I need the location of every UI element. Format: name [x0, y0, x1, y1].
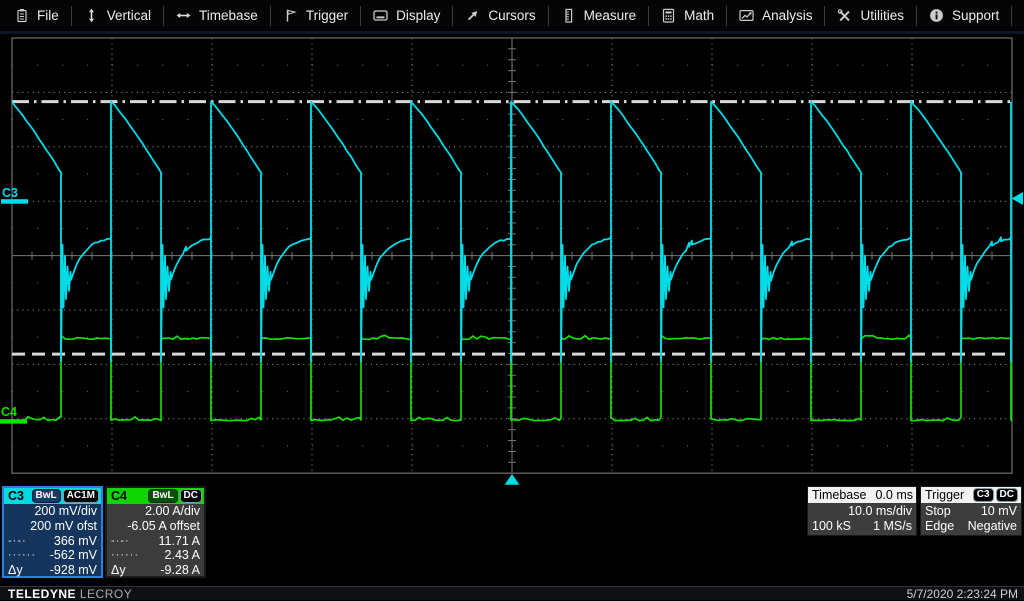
timebase-icon: [176, 8, 191, 23]
c3-zero-marker-label: C3: [2, 186, 18, 200]
c3-cursor1-row: -·-·366 mV: [4, 533, 101, 548]
trigger-descriptor[interactable]: Trigger C3 DC Stop10 mV EdgeNegative: [920, 486, 1022, 536]
timebase-header: Timebase0.0 ms: [808, 487, 916, 503]
c3-header: C3 BwL AC1M: [4, 488, 101, 504]
menu-item-label: Cursors: [488, 8, 535, 23]
menu-item-vertical[interactable]: Vertical: [72, 0, 163, 31]
c3-trace: [12, 102, 1011, 362]
file-icon: [14, 8, 29, 23]
c4-offset-row: -6.05 A offset: [107, 519, 204, 534]
c3-coupling-badge: AC1M: [63, 489, 99, 503]
cursors-icon: [465, 8, 480, 23]
trigger-level-marker: [1012, 192, 1024, 205]
channel-descriptor-c3[interactable]: C3 BwL AC1M 200 mV/div 200 mV ofst -·-·3…: [2, 486, 103, 578]
analysis-icon: [739, 8, 754, 23]
c4-delta-row: Δy-9.28 A: [107, 563, 204, 578]
display-icon: [373, 8, 388, 23]
c3-delta-row: Δy-928 mV: [4, 563, 101, 578]
status-bar: TELEDYNE LECROY 5/7/2020 2:23:24 PM: [0, 586, 1024, 600]
menu-item-utilities[interactable]: Utilities: [825, 0, 916, 31]
timebase-sampling-row: 100 kS1 MS/s: [808, 519, 916, 535]
menu-item-timebase[interactable]: Timebase: [164, 0, 270, 31]
oscilloscope-screen: { "menu": { "items": [ {"label":"File","…: [0, 0, 1024, 600]
c3-bandwidth-badge: BwL: [32, 489, 61, 503]
menu-item-label: Display: [396, 8, 440, 23]
c4-label: C4: [111, 489, 127, 503]
vertical-icon: [84, 8, 99, 23]
trigger-header: Trigger C3 DC: [921, 487, 1021, 503]
menu-item-analysis[interactable]: Analysis: [727, 0, 824, 31]
dotted-cursor-icon: ······: [111, 549, 139, 561]
trigger-mode-row: Stop10 mV: [921, 503, 1021, 519]
menu-item-support[interactable]: Support: [917, 0, 1011, 31]
c4-cursor1-row: -·-·11.71 A: [107, 533, 204, 548]
c4-header: C4 BwL DC: [107, 488, 204, 504]
support-icon: [929, 8, 944, 23]
menu-item-display[interactable]: Display: [361, 0, 452, 31]
trigger-type-row: EdgeNegative: [921, 519, 1021, 535]
menu-separator: [1011, 6, 1012, 26]
c4-zero-marker-label: C4: [1, 405, 17, 419]
menu-item-file[interactable]: File: [2, 0, 71, 31]
c3-cursor2-row: ······-562 mV: [4, 548, 101, 563]
c3-scale-row: 200 mV/div: [4, 504, 101, 519]
c4-bandwidth-badge: BwL: [148, 489, 177, 503]
menu-item-label: Support: [952, 8, 999, 23]
menu-item-label: Math: [684, 8, 714, 23]
c4-zero-marker: [0, 419, 27, 424]
menu-item-label: Vertical: [107, 8, 151, 23]
channel-descriptor-c4[interactable]: C4 BwL DC 2.00 A/div -6.05 A offset -·-·…: [105, 486, 206, 578]
c4-coupling-badge: DC: [180, 489, 202, 503]
math-icon: [661, 8, 676, 23]
measure-icon: [561, 8, 576, 23]
c3-offset-row: 200 mV ofst: [4, 519, 101, 534]
timebase-scale-row: 10.0 ms/div: [808, 503, 916, 519]
c3-label: C3: [8, 489, 24, 503]
menu-item-label: Trigger: [306, 8, 348, 23]
utilities-icon: [837, 8, 852, 23]
trigger-coupling-badge: DC: [996, 488, 1018, 502]
menu-item-label: Measure: [584, 8, 637, 23]
trigger-source-badge: C3: [973, 488, 994, 502]
menu-item-label: Analysis: [762, 8, 812, 23]
c4-scale-row: 2.00 A/div: [107, 504, 204, 519]
menu-item-measure[interactable]: Measure: [549, 0, 649, 31]
trigger-time-marker: [505, 474, 520, 485]
menu-bar: File Vertical Timebase Trigger Display Cursor…: [0, 0, 1024, 34]
dash-dot-cursor-icon: -·-·: [111, 535, 130, 547]
menu-item-label: Timebase: [199, 8, 258, 23]
menu-item-label: File: [37, 8, 59, 23]
dotted-cursor-icon: ······: [8, 549, 36, 561]
menu-item-label: Utilities: [860, 8, 904, 23]
c3-zero-marker: [1, 199, 28, 204]
datetime-display: 5/7/2020 2:23:24 PM: [907, 587, 1018, 601]
menu-item-math[interactable]: Math: [649, 0, 726, 31]
teledyne-lecroy-logo: TELEDYNE LECROY: [8, 587, 132, 601]
dash-dot-cursor-icon: -·-·: [8, 535, 27, 547]
trigger-icon: [283, 8, 298, 23]
menu-item-trigger[interactable]: Trigger: [271, 0, 360, 31]
timebase-descriptor[interactable]: Timebase0.0 ms 10.0 ms/div 100 kS1 MS/s: [807, 486, 917, 536]
timebase-delay: 0.0 ms: [875, 488, 913, 502]
c4-cursor2-row: ······2.43 A: [107, 548, 204, 563]
menu-item-cursors[interactable]: Cursors: [453, 0, 547, 31]
